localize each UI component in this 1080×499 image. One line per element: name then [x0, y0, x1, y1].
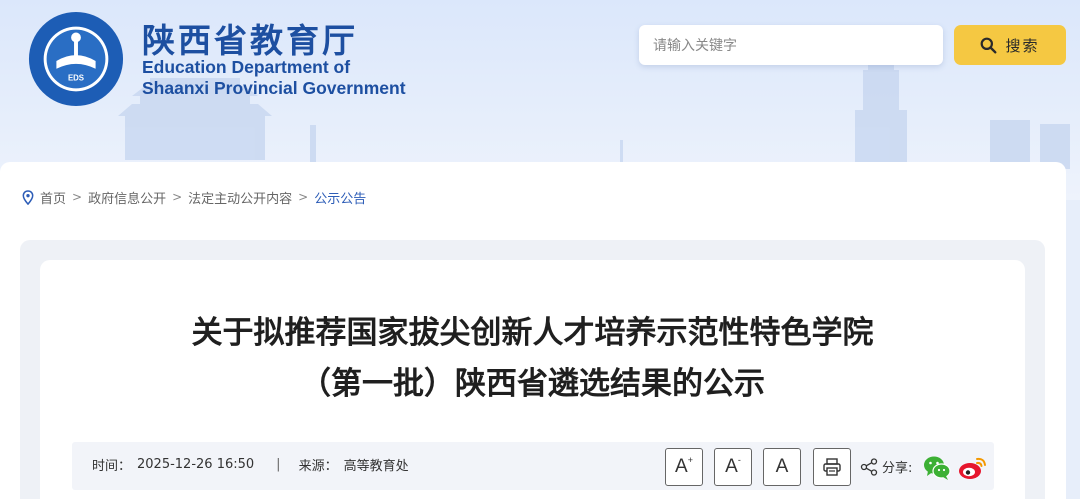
source-label: 来源： [298, 459, 338, 474]
share-icon [860, 457, 878, 476]
logo-center-text: EDS [68, 74, 84, 83]
meta-divider: | [276, 457, 281, 472]
search-icon [981, 37, 997, 53]
breadcrumb-separator: > [172, 190, 183, 204]
share-section: 分享: [860, 457, 912, 476]
font-decrease-button[interactable]: A- [714, 448, 752, 486]
weibo-icon[interactable] [958, 454, 988, 482]
article-meta: 时间： 2025-12-26 16:50 | 来源： 高等教育处 [92, 455, 409, 474]
article-title-line1: 关于拟推荐国家拔尖创新人才培养示范性特色学院 [191, 315, 874, 351]
site-title-english-line2: Shaanxi Provincial Government [142, 78, 406, 98]
breadcrumb-statutory-disclosure[interactable]: 法定主动公开内容 [188, 188, 292, 207]
department-logo-emblem[interactable]: EDS [27, 10, 125, 108]
search-input[interactable] [639, 25, 943, 65]
print-icon [823, 458, 841, 476]
breadcrumb-announcements[interactable]: 公示公告 [314, 188, 366, 207]
article-title-line2: （第一批）陕西省遴选结果的公示 [300, 366, 765, 402]
print-button[interactable] [813, 448, 851, 486]
font-reset-button[interactable]: A [763, 448, 801, 486]
breadcrumb-home[interactable]: 首页 [40, 188, 66, 207]
publish-time-label: 时间： [92, 459, 132, 474]
font-increase-label: A [675, 456, 688, 477]
share-label: 分享: [882, 461, 913, 476]
search-button-label: 搜索 [1005, 36, 1040, 55]
wechat-icon[interactable] [922, 454, 952, 482]
location-pin-icon [22, 189, 34, 205]
source-value: 高等教育处 [343, 459, 409, 474]
site-title-english-line1: Education Department of [142, 57, 351, 77]
publish-time-value: 2025-12-26 16:50 [137, 457, 255, 472]
article-title: 关于拟推荐国家拔尖创新人才培养示范性特色学院 （第一批）陕西省遴选结果的公示 [40, 308, 1025, 410]
breadcrumb-gov-info-disclosure[interactable]: 政府信息公开 [88, 188, 166, 207]
font-increase-mark: + [687, 455, 693, 465]
search-button[interactable]: 搜索 [954, 25, 1066, 65]
breadcrumb-separator: > [298, 190, 309, 204]
breadcrumb-separator: > [72, 190, 83, 204]
font-decrease-mark: - [737, 455, 741, 465]
breadcrumb: 首页 > 政府信息公开 > 法定主动公开内容 > 公示公告 [22, 188, 366, 207]
font-decrease-label: A [725, 456, 738, 477]
font-reset-label: A [775, 456, 789, 477]
font-increase-button[interactable]: A + [665, 448, 703, 486]
site-title-chinese: 陕西省教育厅 [142, 21, 358, 60]
